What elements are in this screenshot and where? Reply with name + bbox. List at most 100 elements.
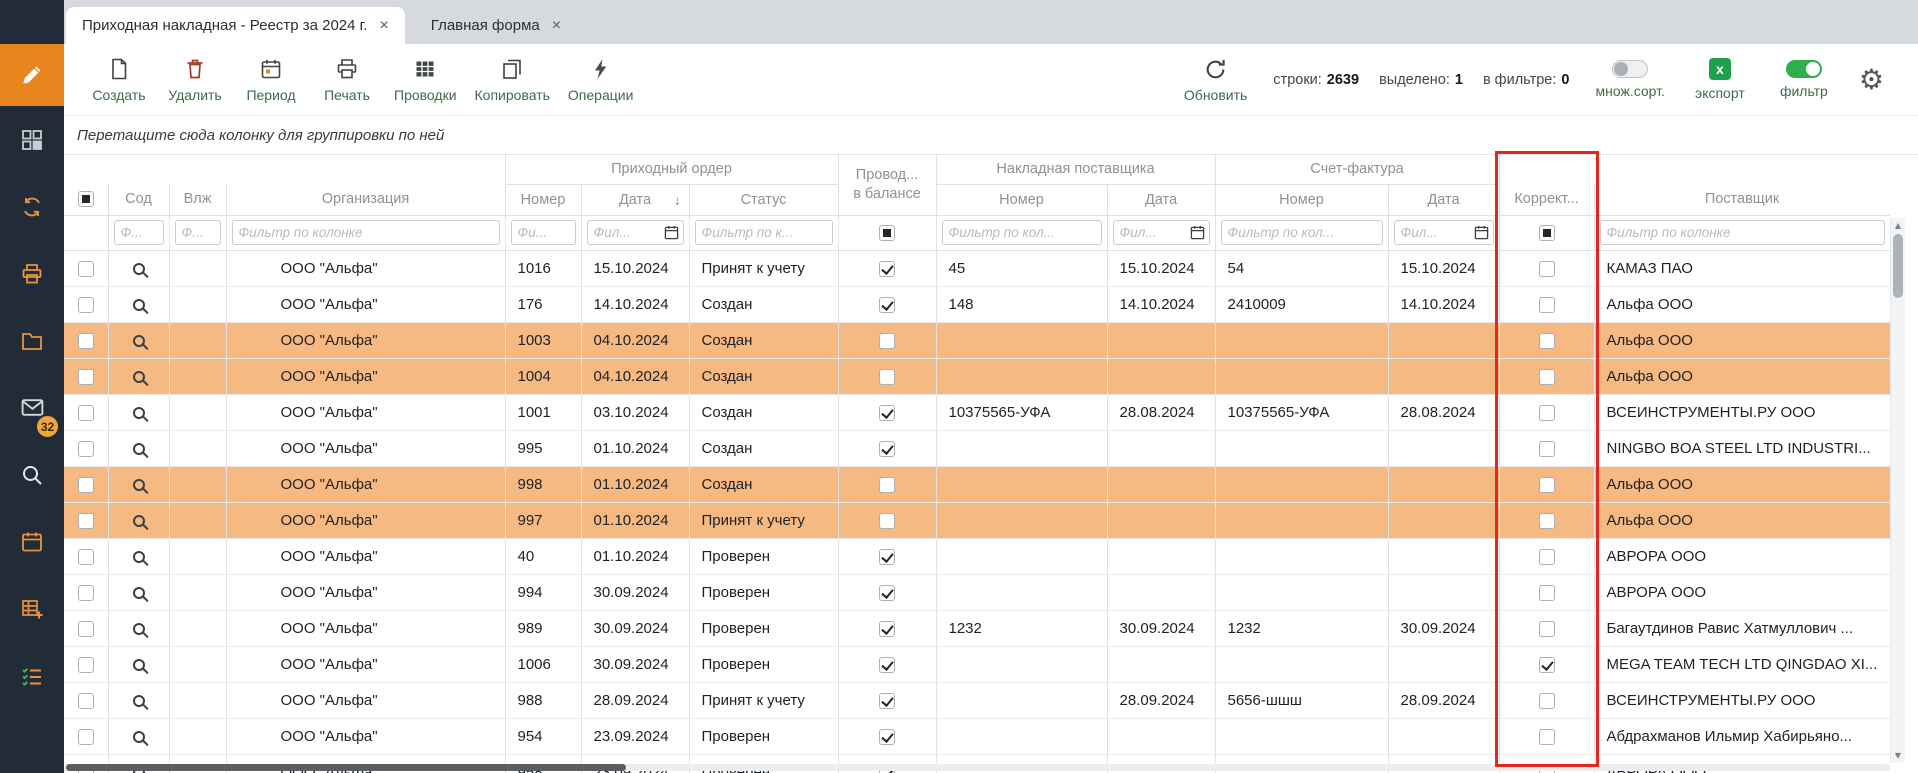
operations-button[interactable]: Операции [568, 56, 634, 103]
row-select-checkbox[interactable] [78, 477, 94, 493]
balance-checkbox[interactable] [879, 657, 895, 673]
sidebar-item-folder[interactable] [0, 307, 64, 374]
table-row[interactable]: ООО "Альфа"98930.09.2024Проверен123230.0… [64, 610, 1890, 646]
row-select-checkbox[interactable] [78, 549, 94, 565]
postings-button[interactable]: Проводки [394, 56, 457, 103]
correction-checkbox[interactable] [1539, 549, 1555, 565]
sidebar-item-edit[interactable] [0, 44, 64, 106]
table-row[interactable]: ООО "Альфа"4001.10.2024ПроверенАВРОРА ОО… [64, 538, 1890, 574]
row-select-checkbox[interactable] [78, 513, 94, 529]
table-row[interactable]: ООО "Альфа"99501.10.2024СозданNINGBO BOA… [64, 430, 1890, 466]
sidebar-item-grid[interactable] [0, 106, 64, 173]
column-header-org[interactable]: Организация [226, 184, 505, 215]
magnifier-icon[interactable] [133, 731, 145, 743]
correction-checkbox[interactable] [1539, 693, 1555, 709]
magnifier-icon[interactable] [133, 551, 145, 563]
correction-checkbox[interactable] [1539, 369, 1555, 385]
vertical-scroll-thumb[interactable] [1893, 234, 1903, 298]
settings-gear-icon[interactable]: ⚙ [1859, 66, 1884, 94]
table-row[interactable]: ООО "Альфа"100404.10.2024СозданАльфа ООО [64, 358, 1890, 394]
balance-checkbox[interactable] [879, 585, 895, 601]
scroll-up-icon[interactable]: ▲ [1891, 221, 1905, 230]
filter-correction-checkbox[interactable] [1539, 225, 1555, 241]
multisort-toggle[interactable]: множ.сорт. [1595, 60, 1664, 99]
column-header-correction[interactable]: Коррект... [1499, 184, 1594, 215]
create-button[interactable]: Создать [90, 56, 148, 103]
magnifier-icon[interactable] [133, 299, 145, 311]
close-icon[interactable]: × [552, 18, 561, 34]
horizontal-scrollbar[interactable] [64, 764, 1890, 771]
table-row[interactable]: ООО "Альфа"98828.09.2024Принят к учету28… [64, 682, 1890, 718]
correction-checkbox[interactable] [1539, 333, 1555, 349]
correction-checkbox[interactable] [1539, 261, 1555, 277]
filter-np-number-input[interactable] [942, 220, 1102, 245]
row-select-checkbox[interactable] [78, 693, 94, 709]
magnifier-icon[interactable] [133, 335, 145, 347]
column-header-np-number[interactable]: Номер [936, 184, 1107, 215]
scroll-down-icon[interactable]: ▼ [1891, 751, 1905, 760]
correction-checkbox[interactable] [1539, 657, 1555, 673]
magnifier-icon[interactable] [133, 263, 145, 275]
table-row[interactable]: ООО "Альфа"99701.10.2024Принят к учетуАл… [64, 502, 1890, 538]
print-button[interactable]: Печать [318, 56, 376, 103]
sidebar-item-print[interactable] [0, 240, 64, 307]
column-header-sf-number[interactable]: Номер [1215, 184, 1388, 215]
column-header-sod[interactable]: Сод [108, 184, 169, 215]
sidebar-item-calendar[interactable] [0, 508, 64, 575]
table-row[interactable]: ООО "Альфа"101615.10.2024Принят к учету4… [64, 250, 1890, 286]
filter-toggle[interactable]: фильтр [1775, 60, 1833, 99]
column-header-po-number[interactable]: Номер [505, 184, 581, 215]
sidebar-item-checklist[interactable] [0, 642, 64, 709]
column-header-sf-date[interactable]: Дата [1388, 184, 1499, 215]
table-row[interactable]: ООО "Альфа"95423.09.2024ПроверенАбдрахма… [64, 718, 1890, 754]
table-row[interactable]: ООО "Альфа"17614.10.2024Создан14814.10.2… [64, 286, 1890, 322]
table-row[interactable]: ООО "Альфа"100103.10.2024Создан10375565-… [64, 394, 1890, 430]
group-header-po[interactable]: Приходный ордер [505, 155, 838, 184]
column-header-vlz[interactable]: Влж [169, 184, 226, 215]
correction-checkbox[interactable] [1539, 441, 1555, 457]
magnifier-icon[interactable] [133, 443, 145, 455]
export-button[interactable]: x экспорт [1691, 58, 1749, 101]
group-header-sf[interactable]: Счет-фактура [1215, 155, 1499, 184]
row-select-checkbox[interactable] [78, 441, 94, 457]
table-row[interactable]: ООО "Альфа"99801.10.2024СозданАльфа ООО [64, 466, 1890, 502]
column-header-supplier[interactable]: Поставщик [1594, 184, 1890, 215]
filter-vlz-input[interactable] [175, 220, 221, 245]
balance-checkbox[interactable] [879, 477, 895, 493]
magnifier-icon[interactable] [133, 695, 145, 707]
calendar-picker-icon[interactable] [1189, 224, 1207, 242]
balance-checkbox[interactable] [879, 261, 895, 277]
group-header-np[interactable]: Накладная поставщика [936, 155, 1215, 184]
correction-checkbox[interactable] [1539, 513, 1555, 529]
correction-checkbox[interactable] [1539, 477, 1555, 493]
delete-button[interactable]: Удалить [166, 56, 224, 103]
balance-checkbox[interactable] [879, 441, 895, 457]
toggle-on-icon[interactable] [1786, 60, 1822, 78]
row-select-checkbox[interactable] [78, 585, 94, 601]
column-header-balance[interactable]: Провод... в балансе [838, 155, 936, 215]
row-select-checkbox[interactable] [78, 297, 94, 313]
column-header-status[interactable]: Статус [689, 184, 838, 215]
table-row[interactable]: ООО "Альфа"99430.09.2024ПроверенАВРОРА О… [64, 574, 1890, 610]
table-row[interactable]: ООО "Альфа"100304.10.2024СозданАльфа ООО [64, 322, 1890, 358]
correction-checkbox[interactable] [1539, 729, 1555, 745]
tab-register-2024[interactable]: Приходная накладная - Реестр за 2024 г. … [66, 7, 405, 44]
row-select-checkbox[interactable] [78, 369, 94, 385]
correction-checkbox[interactable] [1539, 585, 1555, 601]
balance-checkbox[interactable] [879, 297, 895, 313]
correction-checkbox[interactable] [1539, 621, 1555, 637]
magnifier-icon[interactable] [133, 479, 145, 491]
filter-supplier-input[interactable] [1600, 220, 1885, 245]
sort-desc-icon[interactable]: ↓ [674, 192, 681, 207]
row-select-checkbox[interactable] [78, 729, 94, 745]
balance-checkbox[interactable] [879, 693, 895, 709]
row-select-checkbox[interactable] [78, 333, 94, 349]
copy-button[interactable]: Копировать [475, 56, 550, 103]
filter-balance-checkbox[interactable] [879, 225, 895, 241]
correction-checkbox[interactable] [1539, 405, 1555, 421]
calendar-picker-icon[interactable] [663, 224, 681, 242]
balance-checkbox[interactable] [879, 405, 895, 421]
balance-checkbox[interactable] [879, 729, 895, 745]
sidebar-item-sync[interactable] [0, 173, 64, 240]
filter-sod-input[interactable] [114, 220, 164, 245]
